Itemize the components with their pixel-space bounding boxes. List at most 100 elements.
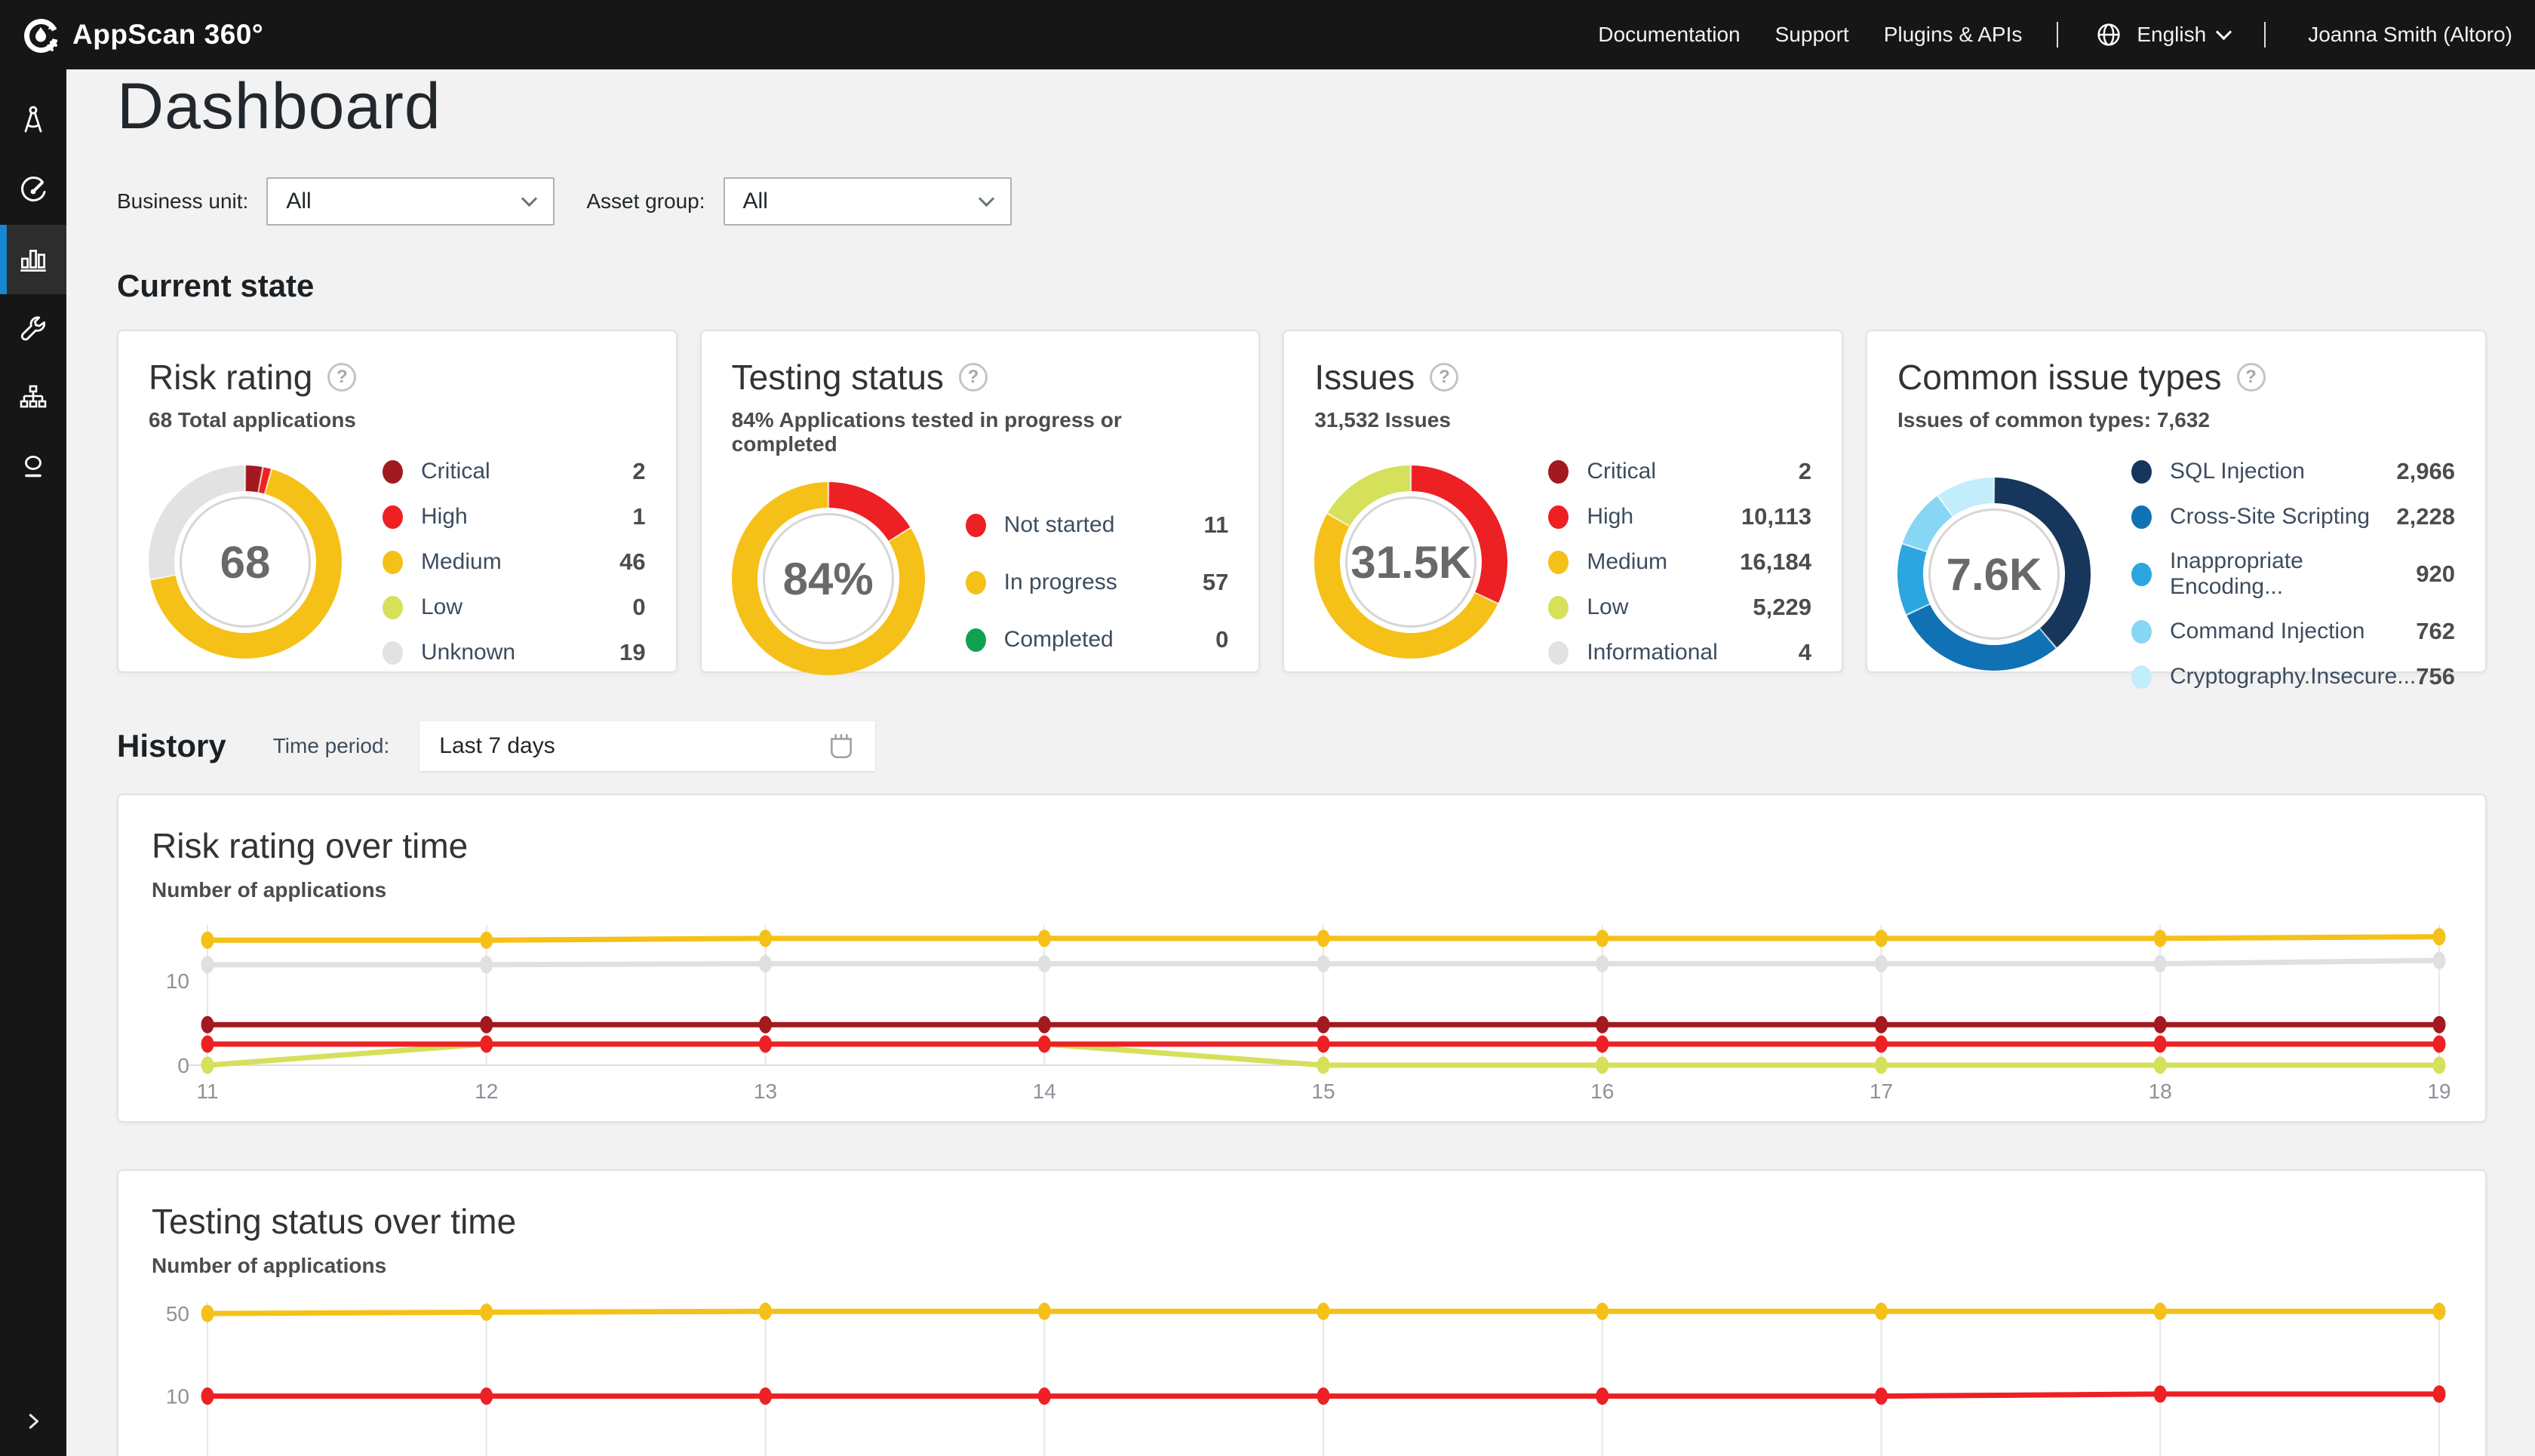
nav-documentation[interactable]: Documentation: [1598, 23, 1740, 47]
legend-row: Critical2: [383, 458, 646, 485]
risk-rating-line-chart: 100111213141516171819: [152, 916, 2452, 1118]
legend-row: Cross-Site Scripting2,228: [2131, 503, 2455, 530]
donut-center-value: 7.6K: [1947, 548, 2042, 601]
chevron-right-icon: [18, 1406, 48, 1436]
svg-text:18: 18: [2149, 1080, 2172, 1103]
legend-dot: [383, 551, 403, 574]
legend: Critical2 High10,113 Medium16,184 Low5,2…: [1548, 458, 1811, 666]
svg-text:0: 0: [177, 1054, 189, 1077]
card-subtitle: 84% Applications tested in progress or c…: [732, 408, 1229, 456]
legend-row: Completed0: [966, 626, 1229, 653]
svg-text:15: 15: [1311, 1080, 1335, 1103]
language-label: English: [2137, 23, 2206, 47]
help-icon[interactable]: ?: [2237, 363, 2266, 392]
sidebar-expand-button[interactable]: [0, 1406, 66, 1436]
common-issue-types-card: Common issue types ? Issues of common ty…: [1866, 330, 2487, 673]
current-state-heading: Current state: [117, 268, 2487, 304]
svg-text:16: 16: [1590, 1080, 1614, 1103]
svg-text:10: 10: [166, 969, 189, 993]
svg-text:17: 17: [1870, 1080, 1893, 1103]
gauge-icon: [17, 174, 50, 207]
legend-row: Command Injection762: [2131, 618, 2455, 645]
legend-dot: [2131, 460, 2152, 484]
divider: [2057, 22, 2058, 48]
time-period-picker[interactable]: Last 7 days: [419, 721, 875, 771]
legend-dot: [2131, 505, 2152, 529]
legend-dot: [1548, 505, 1569, 529]
bar-chart-icon: [16, 242, 51, 277]
svg-text:10: 10: [166, 1385, 189, 1408]
asset-group-label: Asset group:: [586, 189, 705, 213]
language-switcher[interactable]: English: [2093, 19, 2229, 51]
business-unit-select[interactable]: All: [266, 177, 555, 226]
risk-rating-donut: 68: [149, 465, 342, 659]
legend-row: Medium16,184: [1548, 548, 1811, 576]
legend-row: High10,113: [1548, 503, 1811, 530]
svg-text:50: 50: [166, 1302, 189, 1325]
sidebar-item-users[interactable]: [0, 433, 66, 502]
legend-row: Inappropriate Encoding...920: [2131, 548, 2455, 600]
risk-rating-card: Risk rating ? 68 Total applications 68 C…: [117, 330, 678, 673]
user-menu[interactable]: Joanna Smith (Altoro): [2308, 23, 2512, 47]
user-icon: [17, 451, 50, 484]
sidebar-item-scans[interactable]: [0, 155, 66, 225]
legend: SQL Injection2,966 Cross-Site Scripting2…: [2131, 458, 2455, 690]
testing-status-card: Testing status ? 84% Applications tested…: [700, 330, 1261, 673]
help-icon[interactable]: ?: [959, 363, 988, 392]
legend-dot: [383, 641, 403, 665]
asset-group-select[interactable]: All: [724, 177, 1012, 226]
common-issue-types-donut: 7.6K: [1897, 478, 2091, 671]
business-unit-value: All: [286, 189, 311, 214]
sidebar-item-dashboard[interactable]: [0, 225, 66, 294]
help-icon[interactable]: ?: [327, 363, 356, 392]
legend-row: Unknown19: [383, 639, 646, 666]
svg-text:19: 19: [2427, 1080, 2450, 1103]
divider: [2264, 22, 2266, 48]
org-chart-icon: [17, 382, 50, 415]
chart-y-axis-label: Number of applications: [152, 878, 2452, 902]
legend: Not started11 In progress57 Completed0: [966, 511, 1229, 653]
card-title: Risk rating: [149, 357, 312, 398]
issues-donut: 31.5K: [1314, 465, 1507, 659]
donut-center-value: 68: [220, 536, 271, 588]
legend-row: Critical2: [1548, 458, 1811, 485]
help-icon[interactable]: ?: [1430, 363, 1458, 392]
chart-title: Risk rating over time: [152, 825, 2452, 866]
svg-text:14: 14: [1033, 1080, 1056, 1103]
current-state-cards: Risk rating ? 68 Total applications 68 C…: [117, 330, 2487, 673]
card-title: Issues: [1314, 357, 1415, 398]
sidebar-item-organization[interactable]: [0, 364, 66, 433]
asset-group-value: All: [743, 189, 768, 214]
page-title: Dashboard: [117, 69, 2487, 144]
svg-text:12: 12: [475, 1080, 498, 1103]
chevron-down-icon: [978, 190, 994, 206]
legend-row: In progress57: [966, 569, 1229, 596]
compass-icon: [17, 104, 50, 137]
legend-row: Low0: [383, 594, 646, 621]
legend-row: High1: [383, 503, 646, 530]
legend-dot: [383, 460, 403, 484]
legend-dot: [1548, 641, 1569, 665]
nav-support[interactable]: Support: [1775, 23, 1849, 47]
legend-dot: [1548, 460, 1569, 484]
legend-dot: [966, 514, 986, 537]
legend-row: Not started11: [966, 511, 1229, 539]
calendar-icon: [827, 731, 856, 761]
chart-title: Testing status over time: [152, 1201, 2452, 1242]
legend-dot: [2131, 563, 2152, 586]
nav-plugins-apis[interactable]: Plugins & APIs: [1884, 23, 2023, 47]
chevron-down-icon: [2216, 23, 2232, 39]
filters-row: Business unit: All Asset group: All: [117, 177, 2487, 226]
time-period-value: Last 7 days: [439, 733, 555, 759]
card-subtitle: Issues of common types: 7,632: [1897, 408, 2455, 432]
sidebar-item-settings[interactable]: [0, 294, 66, 364]
card-title: Testing status: [732, 357, 944, 398]
sidebar-item-applications[interactable]: [0, 86, 66, 155]
risk-rating-over-time-card: Risk rating over time Number of applicat…: [117, 794, 2487, 1123]
testing-status-over-time-card: Testing status over time Number of appli…: [117, 1169, 2487, 1456]
history-header: History Time period: Last 7 days: [117, 721, 2487, 771]
legend-dot: [2131, 620, 2152, 644]
testing-status-line-chart: 50 10: [152, 1292, 2452, 1456]
chart-y-axis-label: Number of applications: [152, 1254, 2452, 1278]
donut-center-value: 31.5K: [1350, 536, 1471, 588]
